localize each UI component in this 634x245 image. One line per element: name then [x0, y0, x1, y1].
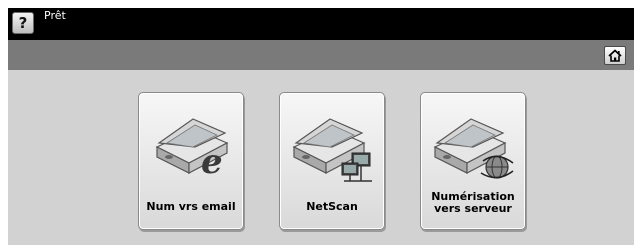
svg-text:e: e — [201, 142, 223, 182]
help-button[interactable]: ? — [12, 12, 34, 34]
home-button[interactable] — [604, 46, 626, 65]
home-icon — [608, 49, 622, 62]
netscan-button[interactable]: NetScan — [279, 92, 385, 230]
scanner-server-icon — [433, 118, 514, 179]
scan-to-server-button[interactable]: Numérisation vers serveur — [420, 92, 526, 230]
status-text: Prêt — [44, 9, 66, 22]
scan-to-email-button[interactable]: e Num vrs email — [138, 92, 244, 230]
scanner-email-icon: e — [155, 118, 229, 182]
printer-panel-screen: ? Prêt e Num vrs email NetScan Numérisat… — [8, 8, 634, 245]
tile-label: Numérisation vers serveur — [431, 190, 515, 215]
status-bar: ? Prêt — [8, 8, 634, 40]
toolbar — [8, 40, 634, 70]
tile-label: Num vrs email — [146, 200, 236, 213]
tile-label: NetScan — [306, 200, 358, 213]
scanner-network-icon — [292, 118, 372, 182]
